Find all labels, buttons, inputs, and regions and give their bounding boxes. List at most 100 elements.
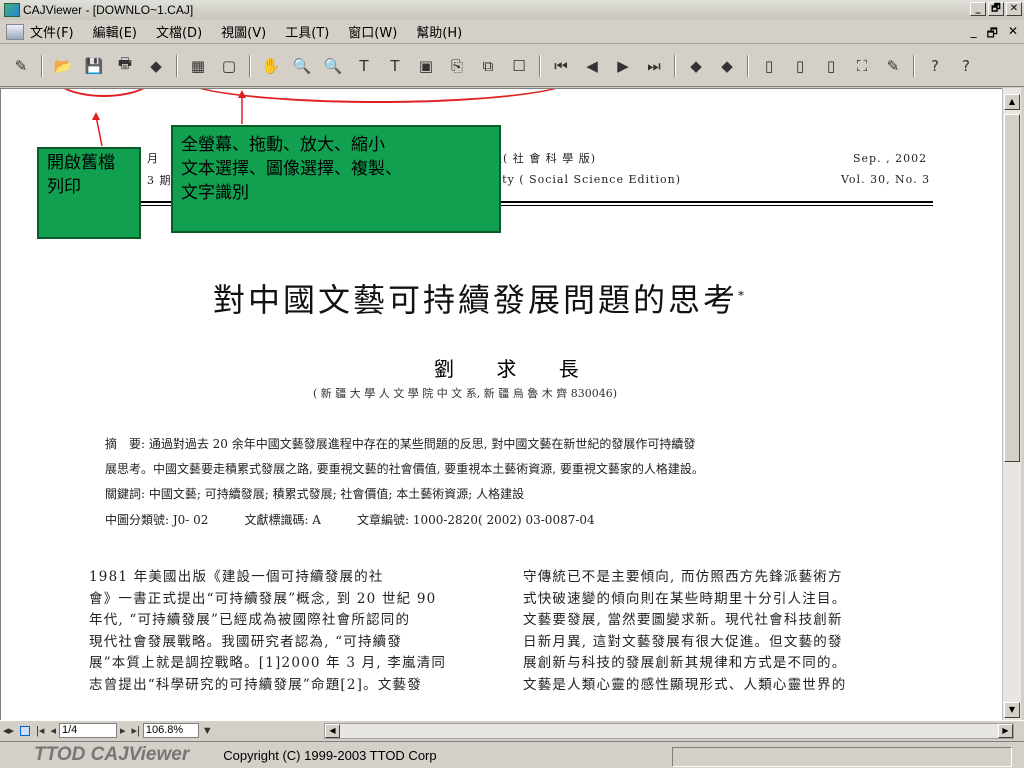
window-controls: _ 🗗 ✕	[970, 2, 1022, 16]
menu-file[interactable]: 文件(F)	[30, 22, 74, 41]
binoculars-icon[interactable]: ⛶	[851, 55, 873, 77]
scroll-up-button[interactable]: ▲	[1004, 94, 1020, 110]
help-icon[interactable]: ?	[924, 55, 946, 77]
annotation-callout-right: 全螢幕、拖動、放大、縮小 文本選擇、圖像選擇、複製、 文字識別	[171, 125, 501, 233]
zoom-field[interactable]: 106.8%	[142, 723, 199, 738]
text-edit-icon[interactable]: T	[384, 55, 406, 77]
mdi-restore-button[interactable]: 🗗	[987, 24, 998, 45]
body-text-line: 年代, “可持續發展”已經成為被國際社會所認同的	[89, 612, 411, 628]
highlight-icon[interactable]: ✎	[882, 55, 904, 77]
body-column-right: 守傳統已不是主要傾向, 而仿照西方先鋒派藝術方 式快破速變的傾向則在某些時期里十分…	[523, 567, 846, 696]
vertical-scrollbar[interactable]: ▲ ▼	[1002, 88, 1021, 720]
menu-help[interactable]: 幫助(H)	[416, 22, 462, 41]
save-icon[interactable]: 💾	[83, 55, 105, 77]
back-icon[interactable]: ◆	[145, 55, 167, 77]
first-page-button[interactable]: |◂	[36, 724, 44, 737]
single-page-icon[interactable]: ▯	[758, 55, 780, 77]
first-page-icon[interactable]: ⏮	[550, 55, 572, 77]
callout-left-line-1: 開啟舊檔	[47, 153, 115, 173]
toolbar-separator	[913, 54, 915, 77]
scroll-down-button[interactable]: ▼	[1004, 702, 1020, 718]
mdi-minimize-button[interactable]: _	[971, 24, 977, 45]
toolbar-separator	[41, 54, 43, 77]
status-bar: TTOD CAJViewer Copyright (C) 1999-2003 T…	[0, 741, 1024, 768]
zoom-dropdown-icon[interactable]: ▼	[202, 725, 213, 737]
scroll-right-button[interactable]: ▶	[998, 724, 1013, 738]
text-select-icon[interactable]: T	[353, 55, 375, 77]
tool-icon[interactable]: ✎	[10, 55, 32, 77]
journal-issue: 3 期	[147, 174, 172, 187]
copyright-label: Copyright (C) 1999-2003 TTOD Corp	[223, 747, 437, 763]
ocr-icon[interactable]: ⧉	[477, 55, 499, 77]
fullscreen-icon[interactable]: ▦	[187, 55, 209, 77]
nav-toggle-icon[interactable]: ◂▸	[3, 724, 14, 737]
image-select-icon[interactable]: ▣	[415, 55, 437, 77]
callout-right-line-2: 文本選擇、圖像選擇、複製、	[181, 159, 402, 179]
annotation-callout-left: 開啟舊檔 列印	[37, 147, 141, 239]
page-mode-icon[interactable]	[20, 725, 31, 736]
menu-tools[interactable]: 工具(T)	[285, 22, 329, 41]
copy-icon[interactable]: ⎘	[446, 55, 468, 77]
document-view[interactable]: 月 3 期 報( 社 會 科 學 版) sity ( Social Scienc…	[0, 88, 1002, 720]
classification: 中圖分類號: J0- 02 文獻標識碼: A 文章編號: 1000-2820( …	[105, 513, 595, 527]
continuous-icon[interactable]: ▯	[820, 55, 842, 77]
scroll-thumb[interactable]	[1004, 114, 1020, 462]
minimize-button[interactable]: _	[970, 2, 986, 16]
callout-left-line-2: 列印	[47, 177, 81, 197]
next-page-icon[interactable]: ▶	[612, 55, 634, 77]
mdi-controls: _ 🗗 ✕	[971, 24, 1018, 45]
article-author: 劉 求 長	[434, 357, 597, 381]
menu-document[interactable]: 文檔(D)	[156, 22, 202, 41]
prev-page-icon[interactable]: ◀	[581, 55, 603, 77]
hand-icon[interactable]: ✋	[260, 55, 282, 77]
journal-month: 月	[147, 152, 159, 165]
scroll-left-button[interactable]: ◀	[325, 724, 340, 738]
double-page-icon[interactable]: ▯	[789, 55, 811, 77]
author-affiliation: ( 新 疆 大 學 人 文 學 院 中 文 系, 新 疆 烏 魯 木 齊 830…	[313, 387, 618, 400]
body-text-line: 文藝要發展, 當然要圖變求新。現代社會科技創新	[523, 612, 843, 628]
zoom-in-icon[interactable]: 🔍	[291, 55, 313, 77]
body-text-line: 志曾提出“科學研究的可持續發展”命題[2]。文藝發	[89, 676, 422, 693]
close-button[interactable]: ✕	[1006, 2, 1022, 16]
callout-right-line-1: 全螢幕、拖動、放大、縮小	[181, 135, 385, 155]
page-number-field[interactable]: 1/4	[58, 723, 117, 738]
print-icon[interactable]: 🖶	[114, 54, 136, 77]
zoom-out-icon[interactable]: 🔍	[322, 55, 344, 77]
status-pane	[672, 747, 1012, 767]
toolbar-separator	[176, 54, 178, 77]
body-text-line: 會》一書正式提出“可持續發展”概念, 到 20 世紀 90	[89, 590, 437, 607]
window-icon[interactable]: ▢	[218, 55, 240, 77]
body-text-line: 現代社會發展戰略。我國研究者認為, “可持續發	[89, 633, 403, 650]
open-folder-icon[interactable]: 📂	[52, 55, 74, 77]
body-text-line: 日新月異, 這對文藝發展有很大促進。但文藝的發	[523, 633, 843, 650]
last-page-button[interactable]: ▸|	[132, 724, 140, 737]
body-text-line: 1981 年美國出版《建設一個可持續發展的社	[89, 569, 384, 585]
toolbar-separator	[747, 54, 749, 77]
body-text-line: 展創新与科技的發展創新其規律和方式是不同的。	[523, 655, 847, 671]
question-icon[interactable]: ?	[955, 55, 977, 77]
window-title: CAJViewer - [DOWNLO~1.CAJ]	[23, 3, 194, 17]
menu-bar: 文件(F) 編輯(E) 文檔(D) 視圖(V) 工具(T) 窗口(W) 幫助(H…	[0, 20, 1024, 44]
journal-date: Sep. , 2002	[853, 152, 928, 165]
title-bar: CAJViewer - [DOWNLO~1.CAJ] _ 🗗 ✕	[0, 0, 1024, 20]
next-page-button[interactable]: ▸	[120, 724, 126, 737]
body-text-line: 式快破速變的傾向則在某些時期里十分引人注目。	[523, 590, 847, 607]
cajviewer-window: CAJViewer - [DOWNLO~1.CAJ] _ 🗗 ✕ 文件(F) 編…	[0, 0, 1024, 768]
body-column-left: 1981 年美國出版《建設一個可持續發展的社會》一書正式提出“可持續發展”概念,…	[89, 567, 446, 696]
menu-view[interactable]: 視圖(V)	[221, 22, 266, 41]
menu-edit[interactable]: 編輯(E)	[93, 22, 137, 41]
last-page-icon[interactable]: ⏭	[643, 55, 665, 77]
properties-icon[interactable]: ☐	[508, 55, 530, 77]
back-arrow-icon[interactable]: ◆	[685, 55, 707, 77]
prev-page-button[interactable]: ◂	[50, 724, 56, 737]
body-text-line: 文藝是人類心靈的感性顯現形式、人類心靈世界的	[523, 676, 847, 693]
mdi-close-button[interactable]: ✕	[1008, 24, 1018, 45]
forward-arrow-icon[interactable]: ◆	[716, 55, 738, 77]
toolbar-separator	[674, 54, 676, 77]
menu-window[interactable]: 窗口(W)	[348, 22, 397, 41]
horizontal-scrollbar[interactable]: ◀ ▶	[324, 723, 1014, 739]
journal-name-cn: 報( 社 會 科 學 版)	[491, 152, 597, 165]
brand-label: TTOD CAJViewer	[34, 744, 190, 765]
document-icon[interactable]	[6, 23, 24, 40]
restore-button[interactable]: 🗗	[988, 2, 1004, 16]
